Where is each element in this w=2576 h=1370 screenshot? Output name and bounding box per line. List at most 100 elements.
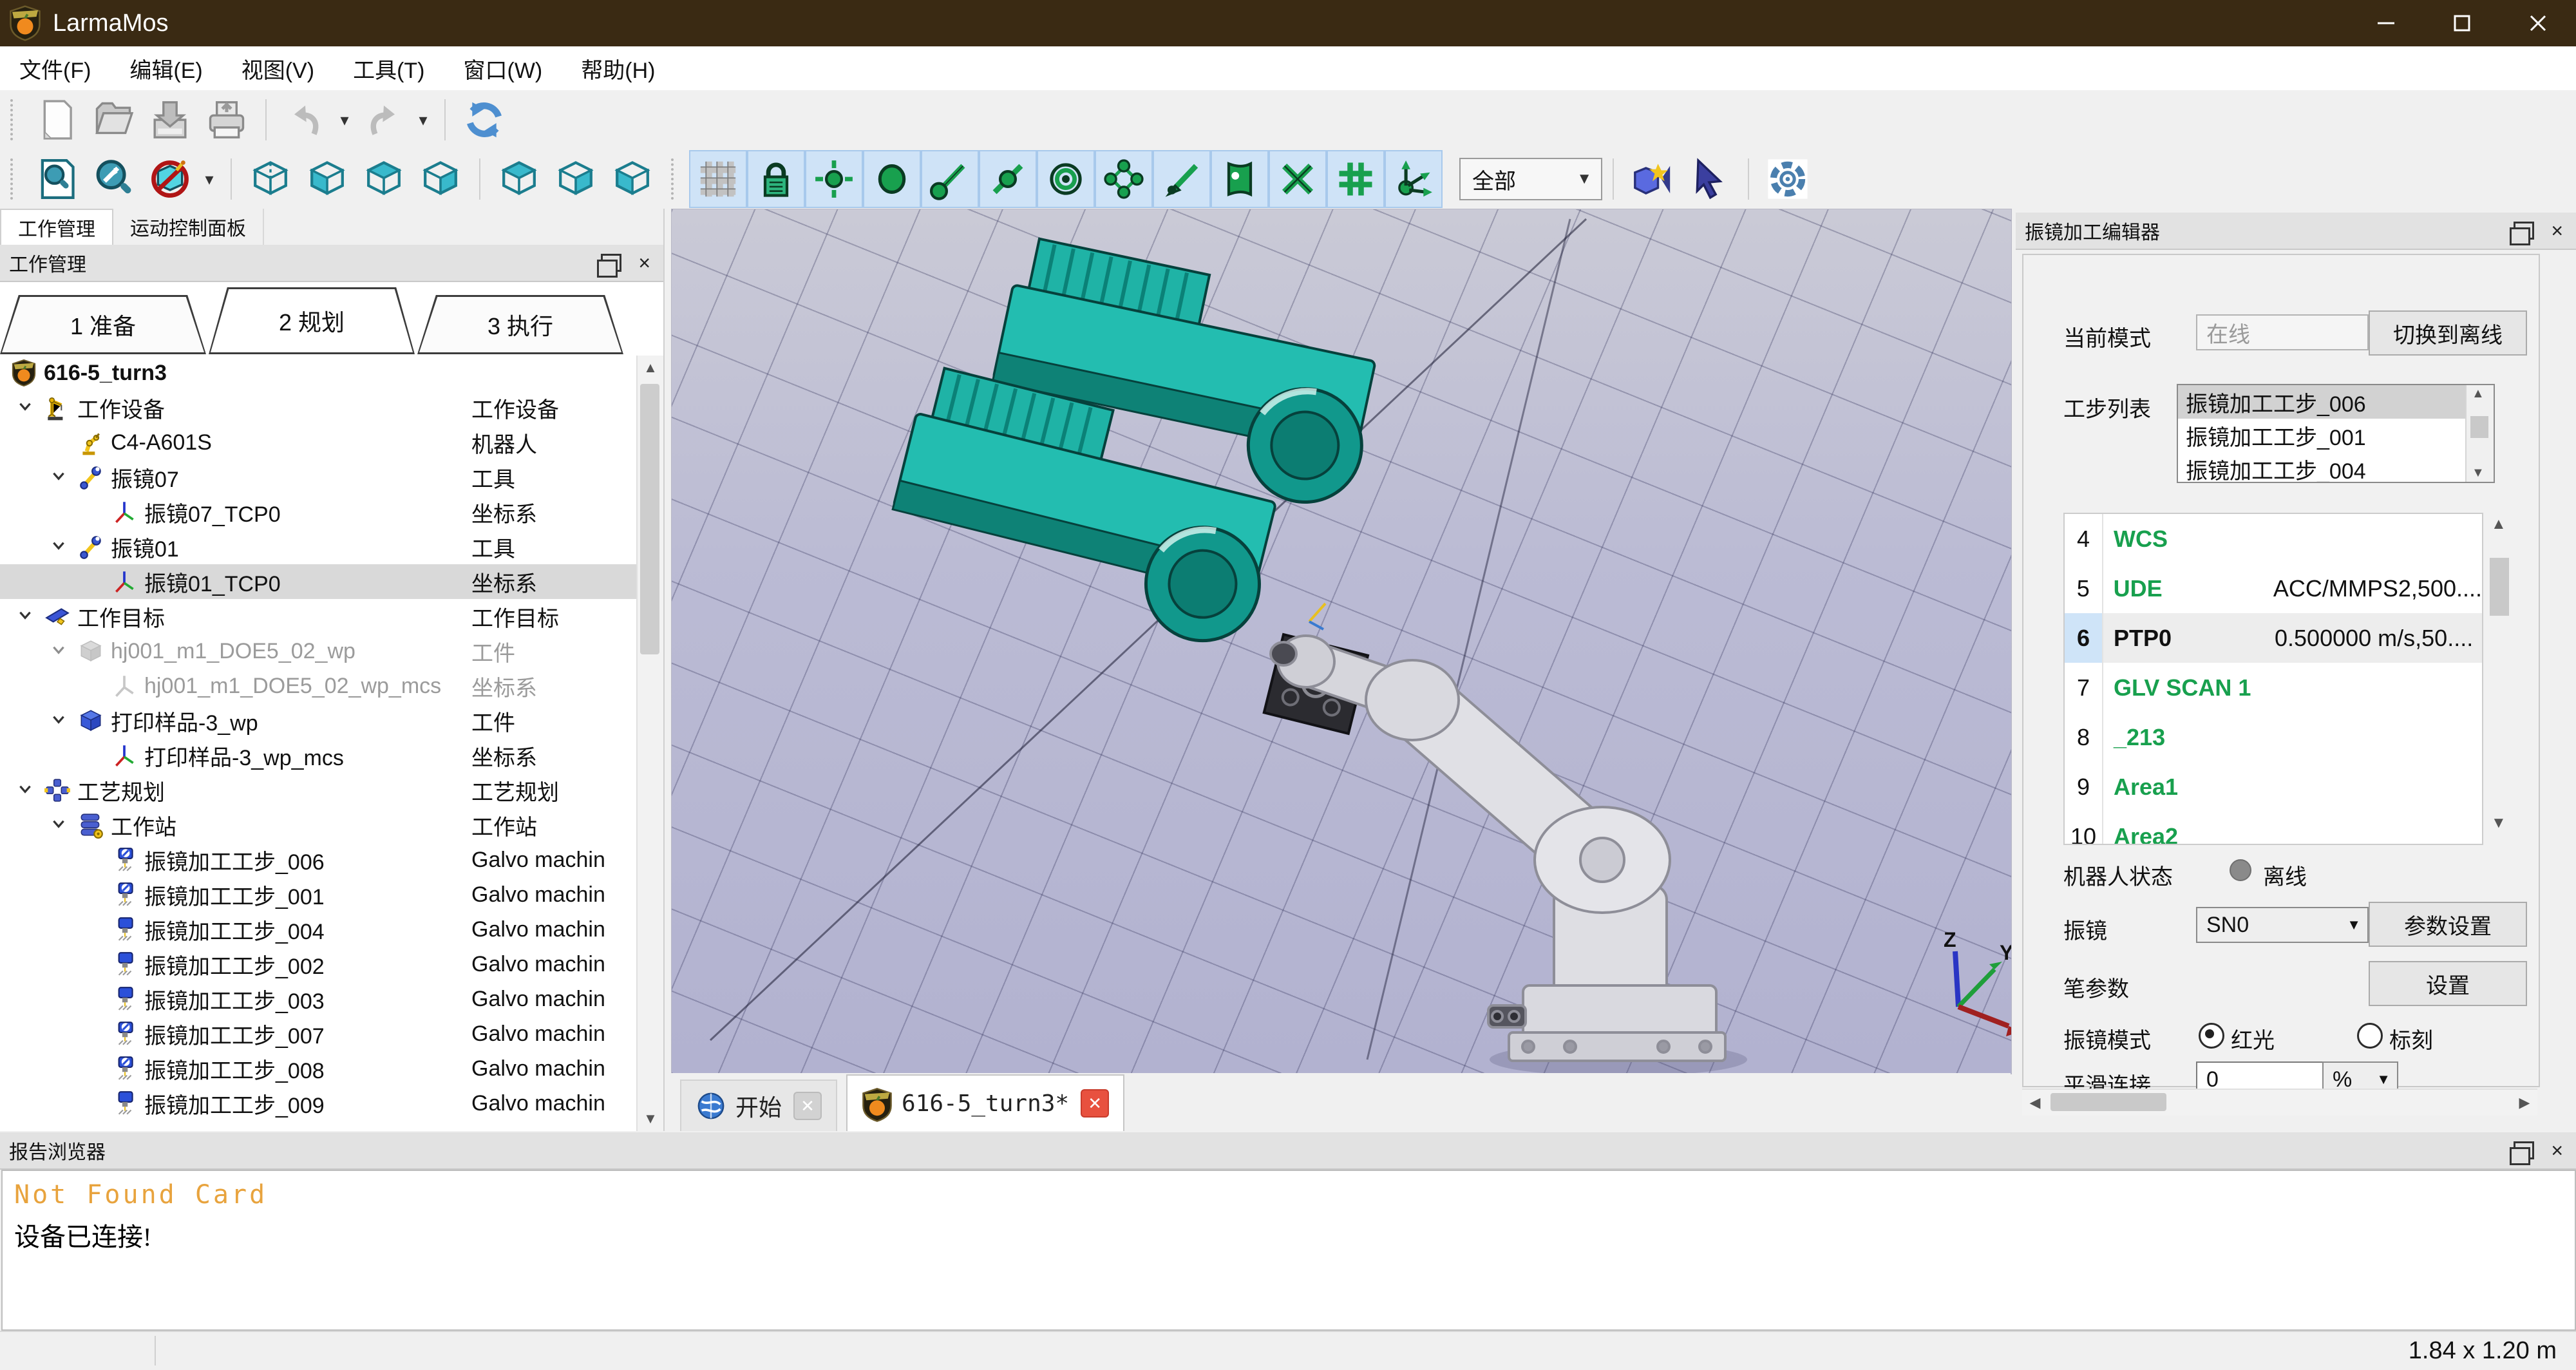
print-button[interactable] bbox=[198, 93, 255, 147]
float-panel-icon[interactable] bbox=[601, 254, 621, 272]
param-settings-button[interactable]: 参数设置 bbox=[2369, 902, 2527, 947]
stage-tab-2[interactable]: 2 规划 bbox=[209, 287, 415, 354]
collision-check-button[interactable] bbox=[1624, 152, 1681, 206]
grid-snap-button[interactable] bbox=[1327, 150, 1385, 208]
intersection-snap-button[interactable] bbox=[1269, 150, 1327, 208]
tree-row[interactable]: 振镜加工工步_008Galvo machin bbox=[0, 1051, 663, 1086]
new-file-button[interactable] bbox=[28, 93, 85, 147]
viewport-3d[interactable]: Z Y X bbox=[671, 209, 2012, 1074]
program-row[interactable]: 4WCS bbox=[2065, 514, 2482, 564]
tree-row[interactable]: 616-5_turn3 bbox=[0, 356, 663, 390]
close-panel-icon[interactable]: × bbox=[2551, 1140, 2563, 1161]
tree-row[interactable]: 振镜加工工步_006Galvo machin bbox=[0, 842, 663, 877]
expander-icon[interactable] bbox=[14, 604, 36, 629]
program-scroll-down[interactable]: ▼ bbox=[2491, 814, 2506, 832]
tree-row[interactable]: 振镜07_TCP0坐标系 bbox=[0, 495, 663, 529]
switch-offline-button[interactable]: 切换到离线 bbox=[2369, 310, 2527, 356]
step-list-item[interactable]: 振镜加工工步_006 bbox=[2178, 385, 2494, 419]
tree-row[interactable]: 振镜加工工步_002Galvo machin bbox=[0, 947, 663, 982]
tree-row[interactable]: hj001_m1_DOE5_02_wp工件 bbox=[0, 634, 663, 669]
tree-row[interactable]: 工艺规划工艺规划 bbox=[0, 773, 663, 808]
cube-top-button[interactable] bbox=[355, 152, 412, 206]
tree-scrollbar[interactable]: ▲ ▼ bbox=[636, 356, 663, 1131]
cube-right-button[interactable] bbox=[412, 152, 469, 206]
tree-row[interactable]: 工作设备工作设备 bbox=[0, 390, 663, 425]
menu-item-2[interactable]: 视图(V) bbox=[222, 53, 334, 84]
close-panel-icon[interactable]: × bbox=[638, 252, 650, 273]
program-row[interactable]: 8_213 bbox=[2065, 712, 2482, 762]
grid-display-button[interactable] bbox=[689, 150, 747, 208]
tree-row[interactable]: 振镜加工工步_003Galvo machin bbox=[0, 982, 663, 1016]
expander-icon[interactable] bbox=[48, 639, 70, 664]
tree-row[interactable]: 振镜加工工步_007Galvo machin bbox=[0, 1016, 663, 1051]
open-file-button[interactable] bbox=[85, 93, 142, 147]
step-list-item[interactable]: 振镜加工工步_001 bbox=[2178, 419, 2494, 452]
hide-object-button[interactable] bbox=[142, 152, 198, 206]
tree-row[interactable]: 振镜加工工步_004Galvo machin bbox=[0, 912, 663, 947]
undo-dropdown[interactable]: ▾ bbox=[334, 110, 355, 130]
steplist-scrollbar[interactable]: ▲▼ bbox=[2465, 385, 2494, 482]
panel-tab-motion-control[interactable]: 运动控制面板 bbox=[113, 209, 264, 245]
program-scroll-thumb[interactable] bbox=[2490, 558, 2509, 616]
axes-snap-button[interactable] bbox=[1385, 150, 1443, 208]
galvo-select[interactable]: SN0▼ bbox=[2196, 907, 2369, 943]
tree-row[interactable]: 振镜01_TCP0坐标系 bbox=[0, 564, 663, 599]
program-row[interactable]: 10Area2 bbox=[2065, 812, 2482, 845]
tree-row[interactable]: 工作目标工作目标 bbox=[0, 599, 663, 634]
redo-button[interactable] bbox=[355, 93, 412, 147]
point-snap-button[interactable] bbox=[805, 150, 863, 208]
stage-tab-3[interactable]: 3 执行 bbox=[417, 295, 623, 354]
panel-tab-work-manager[interactable]: 工作管理 bbox=[0, 209, 113, 245]
lock-button[interactable] bbox=[747, 150, 805, 208]
expander-icon[interactable] bbox=[48, 465, 70, 490]
face-snap-button[interactable] bbox=[1211, 150, 1269, 208]
close-panel-icon[interactable]: × bbox=[2551, 220, 2563, 241]
tree-row[interactable]: 振镜07工具 bbox=[0, 460, 663, 495]
endpoint-snap-button[interactable] bbox=[921, 150, 979, 208]
refresh-button[interactable] bbox=[456, 93, 513, 147]
float-panel-icon[interactable] bbox=[2514, 1141, 2534, 1159]
tree-row[interactable]: 打印样品-3_wp_mcs坐标系 bbox=[0, 738, 663, 773]
menu-item-1[interactable]: 编辑(E) bbox=[110, 53, 222, 84]
menu-item-4[interactable]: 窗口(W) bbox=[444, 53, 562, 84]
document-tab-1[interactable]: 616-5_turn3*✕ bbox=[846, 1074, 1124, 1131]
expander-icon[interactable] bbox=[14, 778, 36, 803]
tree-row[interactable]: 振镜01工具 bbox=[0, 529, 663, 564]
scan-view-button[interactable] bbox=[1759, 152, 1816, 206]
undo-button[interactable] bbox=[277, 93, 334, 147]
cube-back-button[interactable] bbox=[491, 152, 547, 206]
menu-item-3[interactable]: 工具(T) bbox=[334, 53, 444, 84]
tree-row[interactable]: 振镜加工工步_009Galvo machin bbox=[0, 1086, 663, 1121]
expander-icon[interactable] bbox=[48, 709, 70, 734]
cube-corner-button[interactable] bbox=[547, 152, 604, 206]
panel-hscrollbar[interactable]: ◀ ▶ bbox=[2022, 1089, 2537, 1116]
select-cursor-button[interactable] bbox=[1681, 152, 1738, 206]
zoom-window-button[interactable] bbox=[85, 152, 142, 206]
hide-object-dropdown[interactable]: ▾ bbox=[198, 169, 220, 189]
program-row[interactable]: 5UDEACC/MMPS2,500.... bbox=[2065, 564, 2482, 613]
snap-filter-select[interactable]: 全部▼ bbox=[1459, 158, 1602, 200]
minimize-button[interactable] bbox=[2348, 0, 2424, 46]
program-row[interactable]: 7GLV SCAN 1 bbox=[2065, 663, 2482, 712]
cube-iso-button[interactable] bbox=[242, 152, 299, 206]
marking-radio[interactable] bbox=[2357, 1023, 2383, 1049]
program-row[interactable]: 9Area1 bbox=[2065, 762, 2482, 812]
expander-icon[interactable] bbox=[48, 813, 70, 838]
cube-left-button[interactable] bbox=[299, 152, 355, 206]
pen-settings-button[interactable]: 设置 bbox=[2369, 961, 2527, 1006]
tree-row[interactable]: hj001_m1_DOE5_02_wp_mcs坐标系 bbox=[0, 669, 663, 703]
menu-item-5[interactable]: 帮助(H) bbox=[562, 53, 674, 84]
tree-row[interactable]: 打印样品-3_wp工件 bbox=[0, 703, 663, 738]
center-snap-button[interactable] bbox=[1037, 150, 1095, 208]
cube-bottom-button[interactable] bbox=[604, 152, 661, 206]
program-row[interactable]: 6PTP00.500000 m/s,50.... bbox=[2065, 613, 2482, 663]
save-file-button[interactable] bbox=[142, 93, 198, 147]
tangent-snap-button[interactable] bbox=[1153, 150, 1211, 208]
document-tab-0[interactable]: 开始✕ bbox=[680, 1080, 837, 1131]
circle-snap-button[interactable] bbox=[863, 150, 921, 208]
step-list-item[interactable]: 振镜加工工步_004 bbox=[2178, 452, 2494, 483]
midpoint-snap-button[interactable] bbox=[979, 150, 1037, 208]
expander-icon[interactable] bbox=[48, 535, 70, 560]
zoom-fit-button[interactable] bbox=[28, 152, 85, 206]
tab-close-icon[interactable]: ✕ bbox=[793, 1092, 822, 1120]
